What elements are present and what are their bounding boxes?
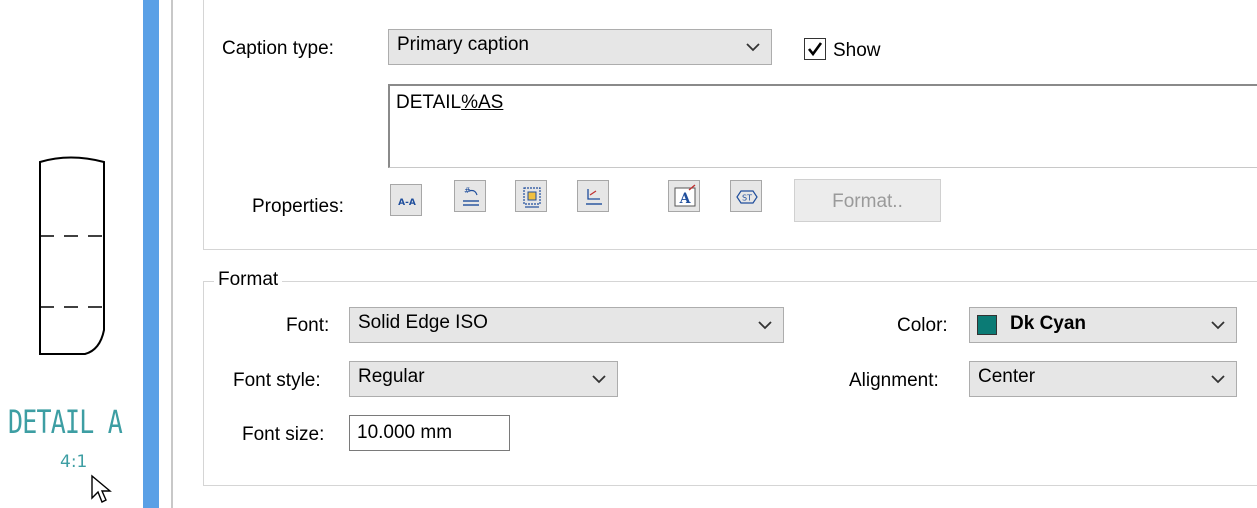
frame-button[interactable] xyxy=(515,180,547,212)
caption-properties-dialog: Caption type: Primary caption Show DETAI… xyxy=(173,0,1257,508)
caption-type-value: Primary caption xyxy=(397,34,529,55)
font-dropdown[interactable]: Solid Edge ISO xyxy=(349,307,784,343)
dimension-icon xyxy=(586,189,602,205)
chevron-down-icon xyxy=(746,43,760,52)
color-label: Color: xyxy=(897,315,948,336)
show-checkbox[interactable] xyxy=(804,38,826,60)
font-size-label: Font size: xyxy=(242,424,325,445)
font-label: Font: xyxy=(286,315,330,336)
alignment-dropdown[interactable]: Center xyxy=(969,361,1237,397)
format-button-label: Format.. xyxy=(832,191,903,212)
color-dropdown[interactable]: Dk Cyan xyxy=(969,307,1237,343)
frame-icon xyxy=(523,187,541,208)
symbol-button[interactable]: ST xyxy=(730,180,762,212)
show-label: Show xyxy=(833,40,881,61)
chevron-down-icon xyxy=(1211,321,1225,330)
pane-splitter[interactable] xyxy=(143,0,159,508)
font-size-value: 10.000 mm xyxy=(357,422,453,443)
caption-text-box[interactable]: DETAIL%AS xyxy=(388,84,1257,168)
caption-type-label: Caption type: xyxy=(222,38,334,59)
dialog-margin xyxy=(159,0,171,508)
font-style-dropdown[interactable]: Regular xyxy=(349,361,618,397)
caption-text-static: DETAIL xyxy=(396,92,462,113)
caption-text-content: DETAIL%AS xyxy=(396,92,503,114)
format-button[interactable]: Format.. xyxy=(794,179,941,222)
caption-text-token: %AS xyxy=(461,92,504,113)
drawing-sheet: DETAIL A 4:1 xyxy=(0,0,143,508)
font-style-value: Regular xyxy=(358,366,425,387)
text-font-button[interactable]: A xyxy=(668,180,700,212)
font-size-input[interactable]: 10.000 mm xyxy=(349,415,510,451)
label-button[interactable]: A-A xyxy=(390,184,422,216)
dimension-button[interactable] xyxy=(577,180,609,212)
label-icon: A-A xyxy=(398,198,416,208)
text-font-icon: A xyxy=(674,184,696,207)
mouse-cursor-icon xyxy=(91,474,112,503)
properties-label: Properties: xyxy=(252,196,344,217)
alignment-label: Alignment: xyxy=(849,370,939,391)
format-group-title: Format xyxy=(214,269,283,291)
numbering-icon: # xyxy=(463,186,479,206)
svg-text:A: A xyxy=(679,191,692,207)
font-value: Solid Edge ISO xyxy=(358,312,488,333)
color-value: Dk Cyan xyxy=(1010,313,1087,334)
chevron-down-icon xyxy=(758,321,772,330)
caption-type-dropdown[interactable]: Primary caption xyxy=(388,29,772,65)
symbol-icon: ST xyxy=(736,190,758,204)
checkmark-icon xyxy=(807,42,823,57)
alignment-value: Center xyxy=(978,366,1036,387)
detail-scale-label: 4:1 xyxy=(60,452,88,472)
detail-caption-label: DETAIL A xyxy=(8,403,123,441)
chevron-down-icon xyxy=(592,375,606,384)
font-style-label: Font style: xyxy=(233,370,321,391)
svg-text:A-A: A-A xyxy=(398,198,416,208)
color-swatch xyxy=(977,315,997,335)
chevron-down-icon xyxy=(1211,375,1225,384)
svg-text:ST: ST xyxy=(742,194,752,203)
numbering-button[interactable]: # xyxy=(454,180,486,212)
